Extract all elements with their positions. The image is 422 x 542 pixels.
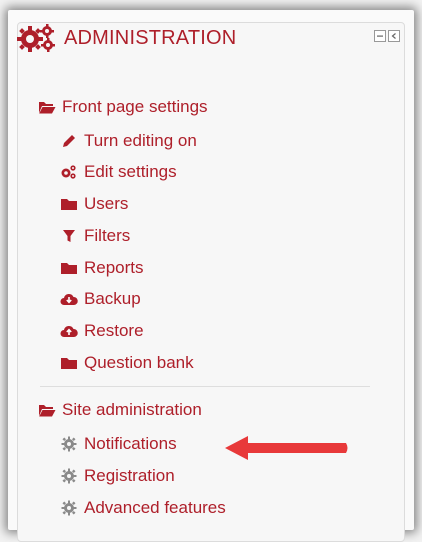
menu-item-label: Backup (84, 289, 141, 308)
cloud-download-icon (60, 290, 78, 308)
menu-item-label: Edit settings (84, 162, 177, 181)
gears-icon (16, 23, 60, 53)
menu-item-label: Users (84, 194, 129, 213)
folder-icon (60, 259, 78, 277)
gear-icon (60, 467, 78, 485)
folder-icon (60, 195, 78, 213)
section-divider (40, 386, 370, 387)
menu-item-label: Question bank (84, 353, 194, 372)
annotation-arrow (222, 434, 350, 462)
filters-link[interactable]: Filters (60, 222, 130, 250)
folder-open-icon (38, 401, 56, 419)
menu-item-label: Restore (84, 321, 144, 340)
registration-link[interactable]: Registration (60, 462, 175, 490)
menu-item-label: Advanced features (84, 498, 226, 517)
site-administration-label: Site administration (62, 400, 202, 419)
site-administration-node[interactable]: Site administration (38, 396, 202, 424)
restore-link[interactable]: Restore (60, 317, 144, 345)
users-link[interactable]: Users (60, 190, 128, 218)
menu-item-label: Reports (84, 258, 144, 277)
dock-icon[interactable] (388, 30, 400, 42)
front-page-settings-label: Front page settings (62, 97, 208, 116)
folder-icon (60, 354, 78, 372)
menu-item-label: Notifications (84, 434, 177, 453)
gear-icon (60, 435, 78, 453)
cloud-upload-icon (60, 322, 78, 340)
block-header: ADMINISTRATION (16, 22, 404, 54)
block-title: ADMINISTRATION (64, 26, 237, 49)
backup-link[interactable]: Backup (60, 285, 141, 313)
block-actions (374, 30, 400, 42)
folder-open-icon (38, 98, 56, 116)
turn-editing-on-link[interactable]: Turn editing on (60, 127, 197, 155)
menu-item-label: Turn editing on (84, 131, 197, 150)
gears-icon (60, 163, 78, 181)
question-bank-link[interactable]: Question bank (60, 349, 194, 377)
gear-icon (60, 499, 78, 517)
advanced-features-link[interactable]: Advanced features (60, 494, 226, 522)
menu-item-label: Registration (84, 466, 175, 485)
pencil-icon (60, 132, 78, 150)
front-page-settings-node[interactable]: Front page settings (38, 93, 208, 121)
reports-link[interactable]: Reports (60, 254, 144, 282)
menu-item-label: Filters (84, 226, 131, 245)
notifications-link[interactable]: Notifications (60, 430, 177, 458)
collapse-icon[interactable] (374, 30, 386, 42)
edit-settings-link[interactable]: Edit settings (60, 158, 177, 186)
filter-icon (60, 227, 78, 245)
